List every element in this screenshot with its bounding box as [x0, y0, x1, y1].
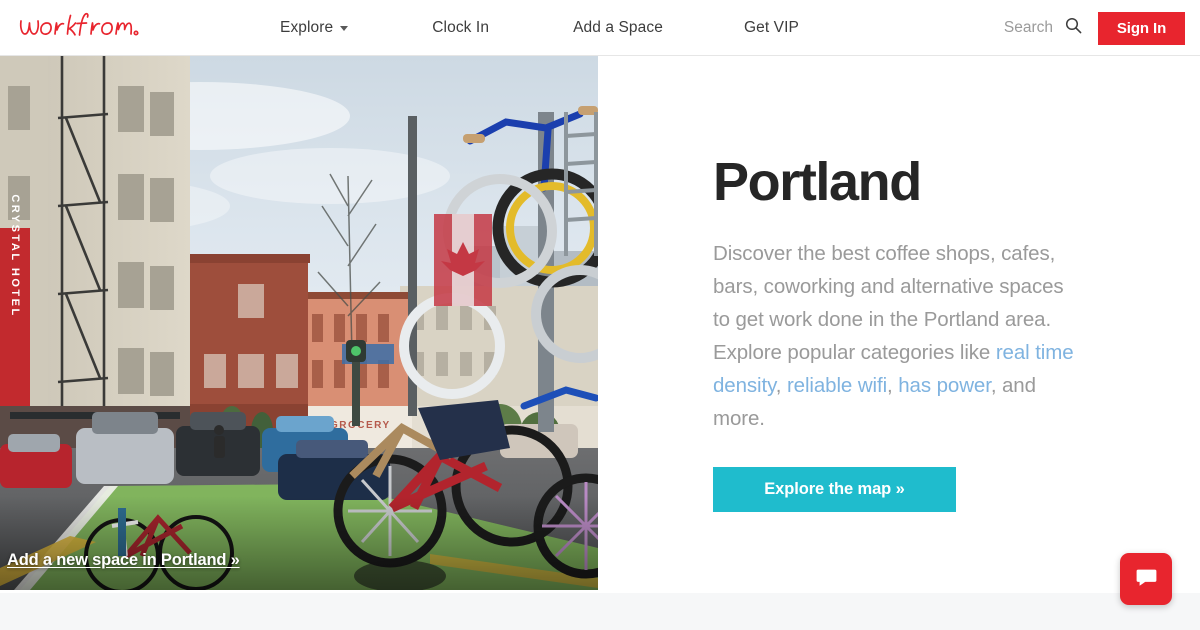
- search-trigger[interactable]: Search: [1004, 0, 1082, 55]
- nav-item-explore-label: Explore: [280, 18, 334, 36]
- nav-item-get-vip[interactable]: Get VIP: [744, 19, 799, 37]
- sign-in-button[interactable]: Sign In: [1098, 12, 1185, 45]
- nav-item-get-vip-label: Get VIP: [743, 18, 799, 36]
- nav-item-explore[interactable]: Explore: [280, 18, 349, 37]
- hero-photo-illustration: CRYSTAL HOTEL GROCERY: [0, 56, 598, 590]
- add-new-space-link[interactable]: Add a new space in Portland »: [7, 551, 240, 570]
- primary-nav: Explore Clock In Add a Space Get VIP: [280, 0, 799, 55]
- hero-description: Discover the best coffee shops, cafes, b…: [713, 237, 1085, 435]
- chevron-down-icon: [340, 26, 349, 31]
- link-has-power[interactable]: has power: [898, 374, 991, 397]
- site-header: Explore Clock In Add a Space Get VIP Sea…: [0, 0, 1200, 56]
- workfrom-script-logo-icon: [19, 12, 139, 36]
- nav-item-add-a-space-label: Add a Space: [573, 18, 663, 36]
- search-label: Search: [1003, 18, 1053, 36]
- chat-widget-button[interactable]: [1120, 553, 1172, 605]
- nav-item-clock-in-label: Clock In: [432, 18, 490, 36]
- hero-photo: CRYSTAL HOTEL GROCERY Add a new space in…: [0, 56, 598, 590]
- page-title: Portland: [713, 152, 922, 212]
- page-bottom-strip: [0, 593, 1200, 630]
- explore-the-map-button[interactable]: Explore the map »: [713, 467, 956, 512]
- hero-content: Portland Discover the best coffee shops,…: [713, 56, 1133, 512]
- sep-2: ,: [887, 374, 899, 397]
- search-icon: [1065, 17, 1082, 39]
- workfrom-logo[interactable]: [16, 9, 140, 45]
- crystal-hotel-sign-text: CRYSTAL HOTEL: [9, 194, 21, 317]
- sep-1: ,: [775, 374, 787, 397]
- nav-item-add-a-space[interactable]: Add a Space: [573, 19, 663, 37]
- chat-bubble-icon: [1134, 565, 1159, 593]
- link-reliable-wifi[interactable]: reliable wifi: [787, 374, 887, 397]
- nav-item-clock-in[interactable]: Clock In: [432, 19, 489, 37]
